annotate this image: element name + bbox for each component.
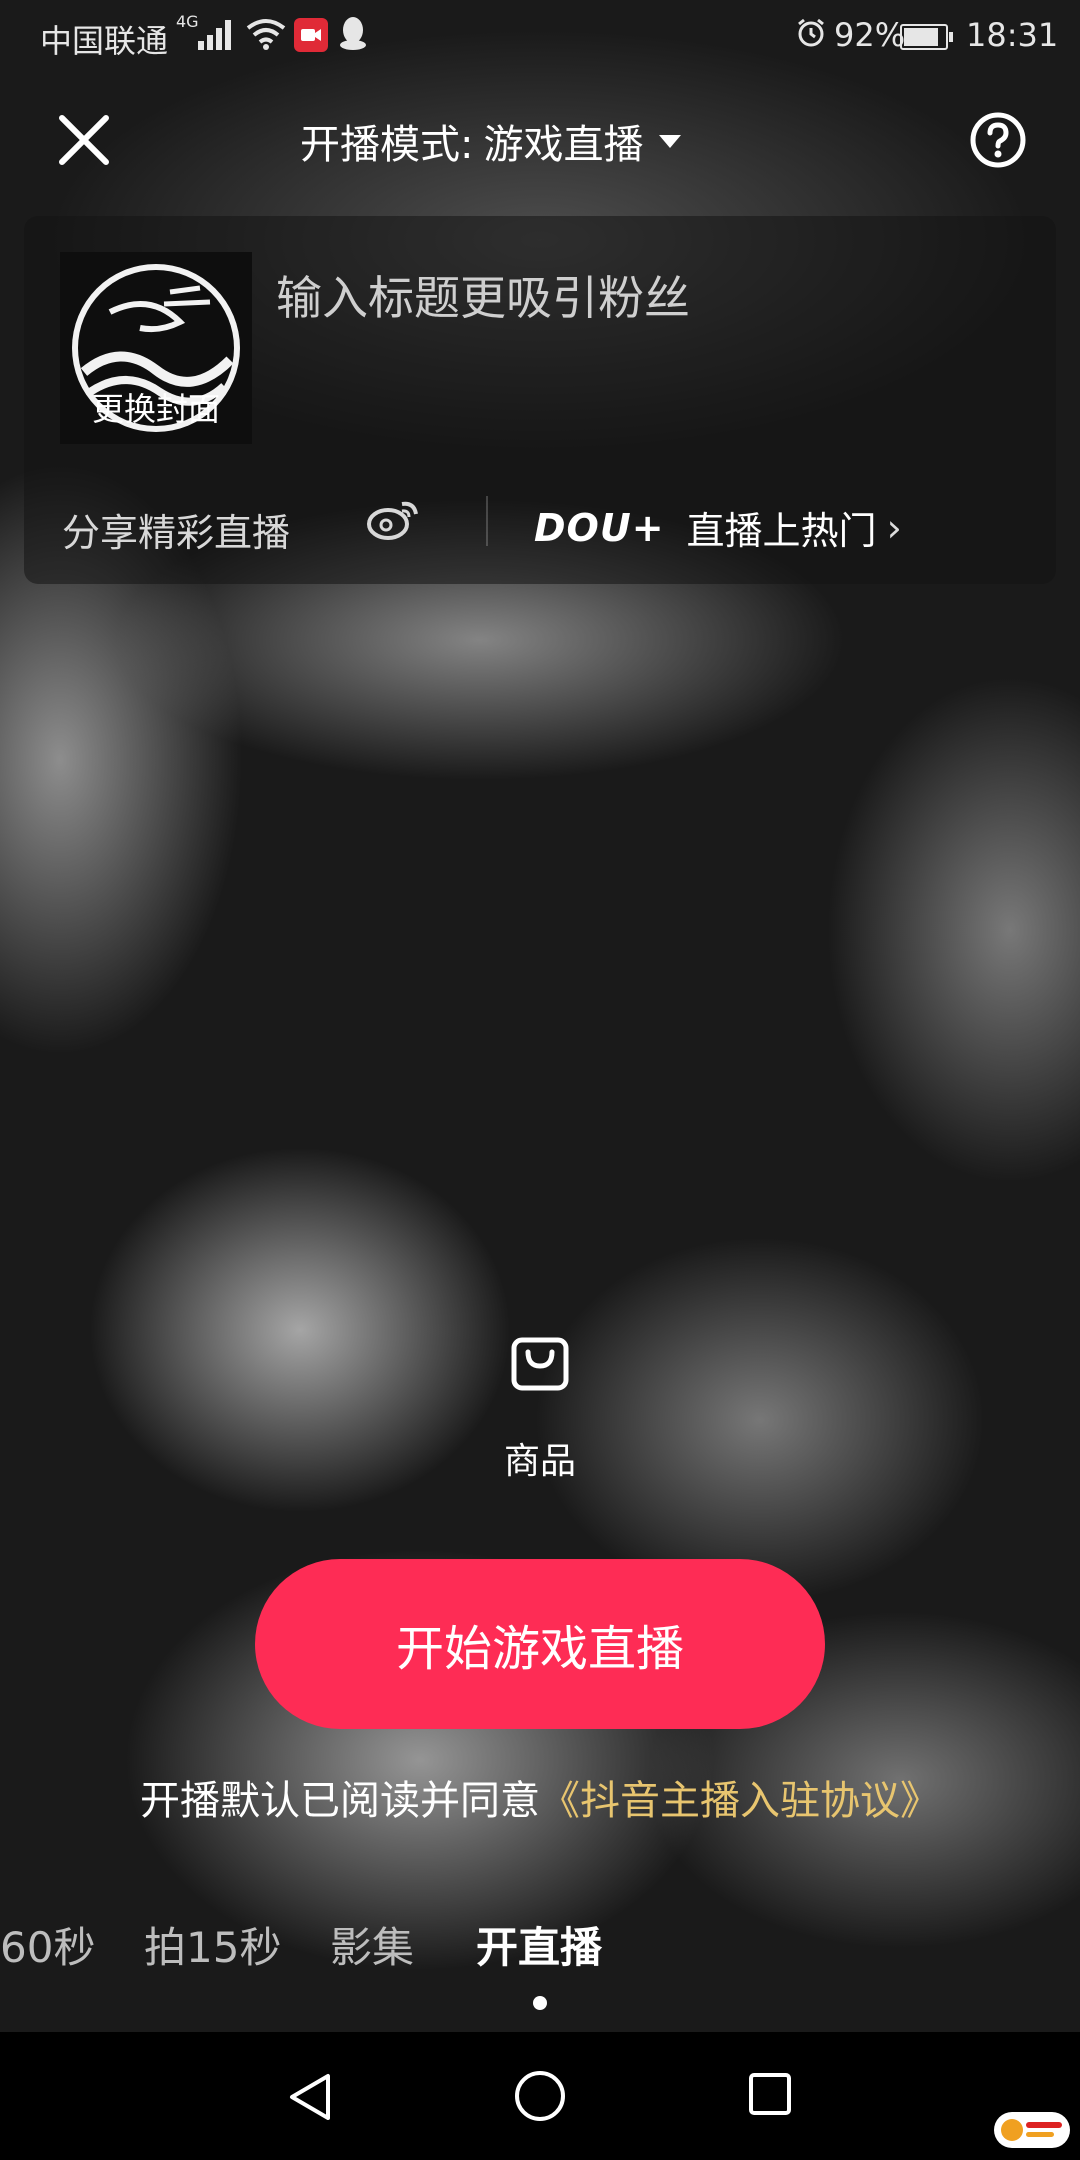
tab-indicator-dot <box>533 1996 547 2010</box>
title-input[interactable] <box>276 268 996 328</box>
agreement-notice: 开播默认已阅读并同意《抖音主播入驻协议》 <box>0 1768 1080 1826</box>
signal-icon <box>198 20 234 50</box>
alarm-icon <box>798 18 824 47</box>
battery-icon <box>900 24 953 50</box>
mode-selector[interactable]: 开播模式: 游戏直播 <box>300 112 682 170</box>
qq-icon <box>340 17 366 50</box>
wifi-icon <box>246 19 286 50</box>
clock: 18:31 <box>966 16 1059 54</box>
close-icon[interactable] <box>56 112 112 168</box>
back-icon[interactable] <box>288 2072 332 2122</box>
system-nav-bar <box>0 2032 1080 2160</box>
mode-tabs: 60秒 拍15秒 影集 开直播 <box>0 1914 1080 1984</box>
tab-album[interactable]: 影集 <box>330 1914 414 1975</box>
recent-apps-icon[interactable] <box>748 2072 792 2116</box>
tab-60s[interactable]: 60秒 <box>0 1914 95 1975</box>
network-type-label: 4G <box>176 12 199 31</box>
carrier-label: 中国联通 <box>40 22 169 60</box>
tab-15s[interactable]: 拍15秒 <box>144 1914 281 1975</box>
mode-label: 开播模式: <box>300 122 474 168</box>
battery-percent: 92% <box>834 16 906 54</box>
shopping-bag-icon <box>511 1337 569 1391</box>
dou-plus-promo-link[interactable]: DOU+ 直播上热门 › <box>534 500 902 555</box>
tab-go-live[interactable]: 开直播 <box>476 1914 602 1975</box>
home-icon[interactable] <box>514 2070 566 2122</box>
dropdown-caret-icon <box>659 134 682 148</box>
dou-plus-text: 直播上热门 <box>686 509 877 553</box>
screen-record-icon <box>294 18 328 52</box>
mode-value: 游戏直播 <box>483 122 644 168</box>
card-divider <box>486 496 488 546</box>
agreement-text: 开播默认已阅读并同意 <box>140 1778 540 1824</box>
dou-plus-logo: DOU+ <box>534 505 665 550</box>
products-label: 商品 <box>503 1441 576 1482</box>
share-label: 分享精彩直播 <box>62 511 291 555</box>
weibo-icon[interactable] <box>366 496 422 542</box>
help-icon[interactable] <box>970 112 1026 168</box>
change-cover-label: 更换封面 <box>91 390 220 428</box>
products-button[interactable]: 商品 <box>490 1320 590 1482</box>
agreement-link[interactable]: 《抖音主播入驻协议》 <box>540 1778 940 1824</box>
chevron-right-icon: › <box>886 505 902 550</box>
start-game-live-button[interactable]: 开始游戏直播 <box>255 1559 825 1729</box>
watermark-logo <box>994 2112 1070 2148</box>
cover-image-button[interactable]: 更换封面 <box>60 252 252 444</box>
status-bar: 中国联通 4G 92% 18:31 <box>0 0 1080 72</box>
